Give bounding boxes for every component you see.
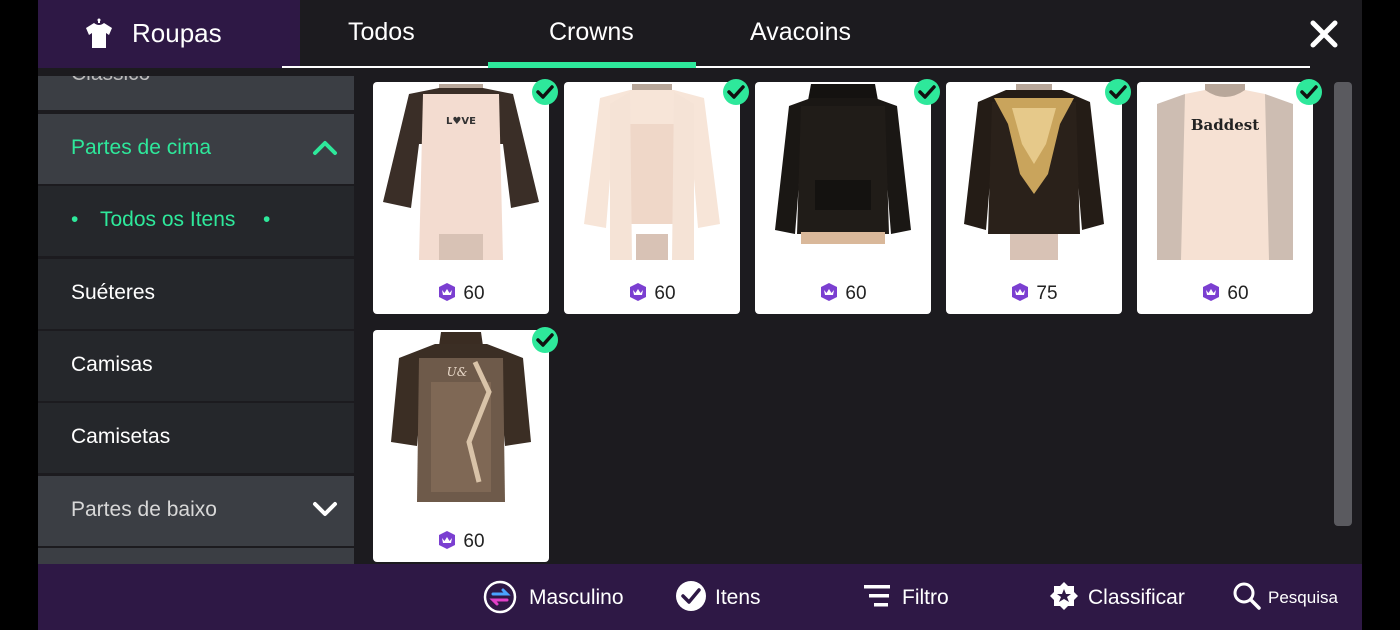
crown-gem-icon	[439, 531, 456, 549]
item-card[interactable]: U& 60	[373, 327, 558, 562]
tab-crowns[interactable]: Crowns	[549, 18, 634, 47]
svg-text:Baddest: Baddest	[1191, 116, 1259, 134]
search-label: Pesquisa	[1268, 588, 1338, 607]
search-icon	[1233, 582, 1261, 610]
wardrobe-screen: Roupas Todos Crowns Avacoins Clássico Pa…	[38, 0, 1362, 630]
page-title: Roupas	[132, 18, 222, 48]
badge-star-icon	[1050, 582, 1078, 610]
item-price: 60	[1227, 283, 1249, 304]
sort-button[interactable]: Classificar	[1048, 580, 1198, 614]
header: Roupas Todos Crowns Avacoins	[38, 0, 1362, 68]
owned-check-icon	[1105, 79, 1131, 105]
crown-gem-icon	[439, 283, 456, 301]
search-button[interactable]: Pesquisa	[1232, 580, 1342, 614]
bottom-toolbar: Masculino Itens Filtro Classificar Pesqu…	[38, 564, 1362, 630]
sidebar-item-label: Clássico	[71, 76, 150, 86]
tab-todos[interactable]: Todos	[348, 18, 415, 47]
owned-check-icon	[532, 327, 558, 353]
chevron-up-icon	[313, 141, 337, 155]
item-price: 60	[845, 283, 867, 304]
chevron-down-icon	[313, 502, 337, 516]
check-circle-icon	[676, 581, 706, 611]
owned-check-icon	[1296, 79, 1322, 105]
item-price: 60	[463, 283, 485, 304]
item-grid: L♥VE 60 60 60 75 Baddest 60 U& 60	[373, 79, 1333, 564]
gender-toggle-button[interactable]: Masculino	[483, 580, 633, 614]
close-icon[interactable]	[1308, 18, 1340, 50]
item-card[interactable]: L♥VE 60	[373, 79, 558, 314]
item-card[interactable]: 75	[946, 79, 1131, 314]
svg-text:L♥VE: L♥VE	[446, 116, 476, 127]
bullet-icon: •	[263, 208, 271, 231]
item-price: 60	[463, 531, 485, 552]
items-toggle-button[interactable]: Itens	[675, 580, 775, 614]
tabs-underline	[282, 66, 1310, 68]
grid-scrollbar[interactable]	[1334, 82, 1352, 526]
filter-icon	[864, 585, 890, 607]
tab-avacoins[interactable]: Avacoins	[750, 18, 851, 47]
sidebar-item-label: Todos os Itens	[100, 208, 236, 231]
gender-label: Masculino	[529, 586, 624, 609]
sidebar-item-camisetas[interactable]: Camisetas	[38, 403, 354, 473]
crown-gem-icon	[821, 283, 838, 301]
item-thumbnail: U&	[379, 332, 543, 508]
sidebar-item-label: Suéteres	[71, 281, 156, 304]
crown-gem-icon	[630, 283, 647, 301]
active-tab-indicator	[488, 62, 696, 68]
filter-button[interactable]: Filtro	[862, 580, 962, 614]
crown-gem-icon	[1203, 283, 1220, 301]
crown-gem-icon	[1012, 283, 1029, 301]
sidebar-item-todos-os-itens[interactable]: • Todos os Itens •	[38, 186, 354, 256]
sidebar-item-sueteres[interactable]: Suéteres	[38, 259, 354, 329]
category-sidebar: Clássico Partes de cima • Todos os Itens…	[38, 76, 354, 564]
swap-icon	[483, 580, 517, 614]
item-thumbnail: L♥VE	[379, 84, 543, 260]
sidebar-item-classico[interactable]: Clássico	[38, 76, 354, 110]
item-price: 60	[654, 283, 676, 304]
svg-text:U&: U&	[447, 365, 468, 379]
item-card[interactable]: Baddest 60	[1137, 79, 1322, 314]
item-card[interactable]: 60	[755, 79, 940, 314]
sidebar-item-label: Camisetas	[71, 425, 171, 448]
owned-check-icon	[914, 79, 940, 105]
sidebar-item-partes-de-cima[interactable]: Partes de cima	[38, 114, 354, 184]
item-thumbnail	[761, 84, 925, 260]
owned-check-icon	[723, 79, 749, 105]
items-label: Itens	[715, 586, 761, 609]
item-card[interactable]: 60	[564, 79, 749, 314]
item-thumbnail	[570, 84, 734, 260]
sidebar-item-label: Partes de baixo	[71, 498, 217, 521]
item-thumbnail	[952, 84, 1116, 260]
filter-label: Filtro	[902, 586, 949, 609]
sidebar-item-camisas[interactable]: Camisas	[38, 331, 354, 401]
sidebar-item-next[interactable]	[38, 548, 354, 564]
title-slant	[280, 0, 300, 68]
sidebar-item-label: Camisas	[71, 353, 153, 376]
item-thumbnail: Baddest	[1143, 84, 1307, 260]
bullet-icon: •	[71, 208, 79, 231]
item-price: 75	[1036, 283, 1058, 304]
sidebar-item-label: Partes de cima	[71, 136, 212, 159]
sort-label: Classificar	[1088, 586, 1185, 609]
sidebar-item-partes-de-baixo[interactable]: Partes de baixo	[38, 476, 354, 546]
owned-check-icon	[532, 79, 558, 105]
shirt-icon	[86, 18, 112, 48]
